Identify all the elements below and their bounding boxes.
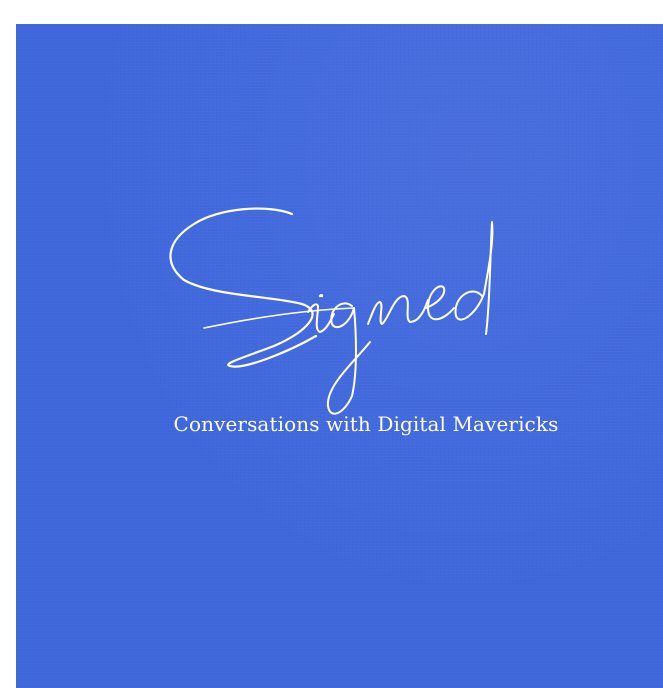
page: Conversations with Digital Mavericks — [0, 0, 663, 688]
cover-artwork: Conversations with Digital Mavericks — [16, 24, 663, 688]
signed-script-logo — [169, 207, 494, 415]
podcast-subtitle: Conversations with Digital Mavericks — [173, 412, 559, 436]
